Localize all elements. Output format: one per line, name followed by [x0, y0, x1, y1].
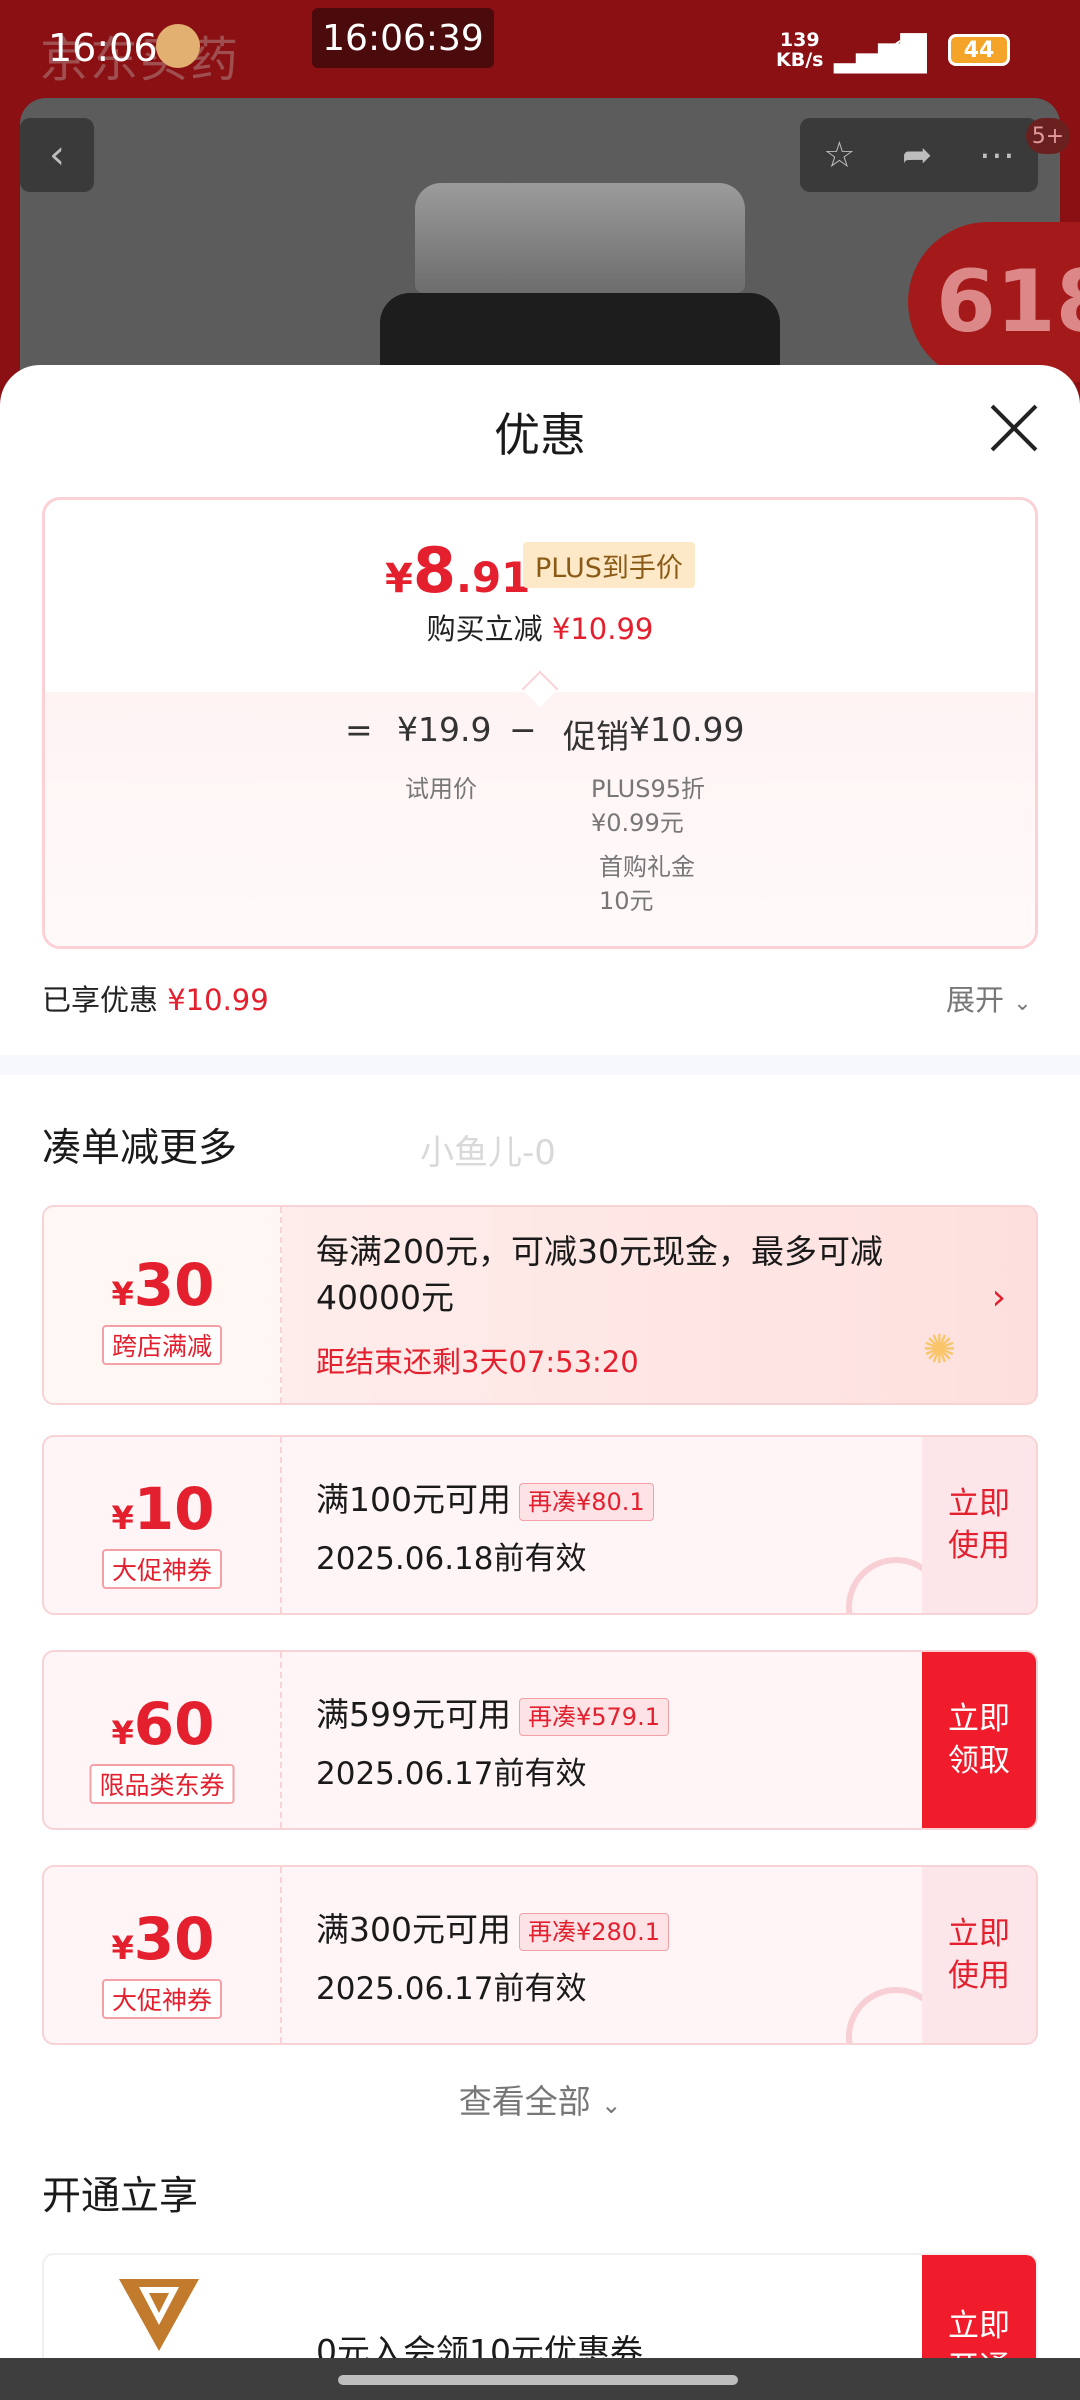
header-tools: ☆ ➦ ⋯ [800, 118, 1038, 192]
view-all-button[interactable]: 查看全部 ⌄ [0, 2075, 1080, 2123]
amount-number: 60 [133, 1690, 215, 1758]
home-gesture-handle[interactable] [338, 2375, 738, 2385]
plus-v-logo-icon [119, 2279, 199, 2351]
condition-text: 满300元可用 [316, 1910, 511, 1949]
chevron-right-icon: › [991, 1277, 1006, 1318]
gap-badge: 再凑¥280.1 [519, 1912, 669, 1951]
price-integer: 8 [412, 534, 456, 607]
currency-symbol: ¥ [111, 1499, 134, 1537]
coupon-expiry: 2025.06.17前有效 [316, 1971, 587, 2007]
more-icon[interactable]: ⋯ [979, 135, 1015, 176]
enjoyed-discount: 已享优惠 ¥10.99 [42, 977, 269, 1019]
equals-sign: = [345, 710, 373, 749]
amount-number: 10 [133, 1475, 215, 1543]
sparkle-icon: ✺ [922, 1327, 956, 1373]
gap-badge: 再凑¥80.1 [519, 1482, 654, 1521]
plus-price-tag: PLUS到手价 [523, 542, 695, 588]
bottle-cap [415, 183, 745, 293]
price-breakdown-card: ¥ 8 .91 PLUS到手价 购买立减 ¥10.99 = ¥19.9 − 促销… [42, 497, 1038, 949]
watermark: 小鱼儿-0 [420, 1133, 556, 1173]
reduce-value: ¥10.99 [551, 612, 654, 646]
view-all-label: 查看全部 [458, 2082, 591, 2121]
section-divider [0, 1055, 1080, 1075]
plus-discount-value: ¥0.99元 [591, 809, 684, 837]
coupon-card: ¥10 大促神券 满100元可用 再凑¥80.1 2025.06.18前有效 立即… [42, 1435, 1038, 1615]
message-badge: 5+ [1026, 118, 1070, 154]
status-time: 16:06 [48, 26, 158, 70]
currency-symbol: ¥ [111, 1275, 134, 1313]
price-decimal: .91 [455, 553, 531, 602]
chevron-down-icon: ⌄ [1013, 991, 1032, 1016]
star-icon[interactable]: ☆ [823, 135, 855, 176]
promo-618-badge: 618 [908, 222, 1080, 382]
coupon-amount: ¥10 [44, 1475, 282, 1543]
coupon-amount: ¥30 [44, 1905, 282, 1973]
coupon-left: ¥30 大促神券 [44, 1867, 282, 2043]
coupon-card: ¥30 大促神券 满300元可用 再凑¥280.1 2025.06.17前有效 立… [42, 1865, 1038, 2045]
coupon-condition: 满300元可用 再凑¥280.1 [316, 1907, 669, 1953]
expand-label: 展开 [946, 983, 1005, 1017]
claim-now-button[interactable]: 立即 领取 [922, 1652, 1036, 1828]
share-icon[interactable]: ➦ [902, 135, 932, 176]
first-gift-value: 10元 [599, 887, 654, 915]
use-now-button[interactable]: 立即 使用 [922, 1437, 1036, 1613]
currency-symbol: ¥ [111, 1714, 134, 1752]
expand-button[interactable]: 展开 ⌄ [946, 977, 1032, 1019]
promo-type-badge: 跨店满减 [101, 1325, 223, 1365]
plus-discount-label: PLUS95折 [591, 775, 705, 803]
notification-avatar-icon [156, 24, 200, 68]
coupon-type-badge: 限品类东券 [89, 1764, 235, 1804]
trial-price-label: 试用价 [405, 775, 477, 803]
network-speed: 139 KB/s [776, 29, 824, 71]
condition-text: 满100元可用 [316, 1480, 511, 1519]
sheet-title: 优惠 [494, 408, 586, 462]
amount-number: 30 [133, 1251, 215, 1319]
trial-price: ¥19.9 [397, 710, 492, 749]
promo-value: ¥10.99 [629, 710, 745, 749]
section-title-vip: 开通立享 [42, 2174, 199, 2219]
price-breakdown-detail [45, 692, 1035, 946]
promo-line1: 每满200元，可减30元现金，最多可减 [316, 1232, 883, 1271]
promo-countdown: 距结束还剩3天07:53:20 [316, 1345, 639, 1379]
enjoyed-label: 已享优惠 [42, 983, 159, 1017]
currency-symbol: ¥ [111, 1929, 134, 1967]
reduce-label: 购买立减 [426, 612, 543, 646]
coupon-amount: ¥60 [44, 1690, 282, 1758]
coupon-expiry: 2025.06.18前有效 [316, 1541, 587, 1577]
final-price: ¥ 8 .91 [385, 534, 530, 607]
minus-sign: − [509, 710, 537, 749]
coupon-left: ¥60 限品类东券 [44, 1652, 282, 1828]
enjoyed-value: ¥10.99 [167, 983, 269, 1017]
coupon-expiry: 2025.06.17前有效 [316, 1756, 587, 1792]
instant-reduce-line: 购买立减 ¥10.99 [45, 606, 1035, 648]
promo-line2: 40000元 [316, 1278, 454, 1317]
amount-number: 30 [133, 1905, 215, 1973]
coupon-type-badge: 大促神券 [101, 1549, 223, 1589]
chevron-down-icon: ⌄ [601, 2091, 622, 2119]
use-now-button[interactable]: 立即 使用 [922, 1867, 1036, 2043]
floating-clock: 16:06:39 [312, 8, 494, 68]
coupon-type-badge: 大促神券 [101, 1979, 223, 2019]
first-gift-label: 首购礼金 [599, 853, 695, 881]
promo-label: 促销 [563, 717, 629, 756]
wifi-icon: ◠ [890, 30, 920, 70]
coupon-condition: 满100元可用 再凑¥80.1 [316, 1477, 654, 1523]
close-icon[interactable] [986, 401, 1042, 457]
status-bar: 16:06 16:06:39 139 KB/s ▂▄▆█ ◠ 44 [0, 0, 1080, 90]
discount-sheet: 优惠 ¥ 8 .91 PLUS到手价 购买立减 ¥10.99 = ¥19.9 −… [0, 365, 1080, 2400]
coupon-left: ¥10 大促神券 [44, 1437, 282, 1613]
back-button[interactable]: ‹ [20, 118, 94, 192]
cross-store-promo-banner[interactable]: ¥30 跨店满减 每满200元，可减30元现金，最多可减 40000元 距结束还… [42, 1205, 1038, 1405]
promo-amount: ¥30 [44, 1251, 282, 1319]
promo-description: 每满200元，可减30元现金，最多可减 40000元 [316, 1229, 883, 1321]
coupon-card: ¥60 限品类东券 满599元可用 再凑¥579.1 2025.06.17前有效 … [42, 1650, 1038, 1830]
gap-badge: 再凑¥579.1 [519, 1697, 669, 1736]
section-title-more: 凑单减更多 [42, 1126, 238, 1171]
battery-icon: 44 [948, 34, 1010, 66]
currency-symbol: ¥ [385, 556, 413, 602]
chevron-left-icon: ‹ [49, 132, 65, 178]
condition-text: 满599元可用 [316, 1695, 511, 1734]
coupon-condition: 满599元可用 再凑¥579.1 [316, 1692, 669, 1738]
promo-left: ¥30 跨店满减 [44, 1207, 282, 1403]
